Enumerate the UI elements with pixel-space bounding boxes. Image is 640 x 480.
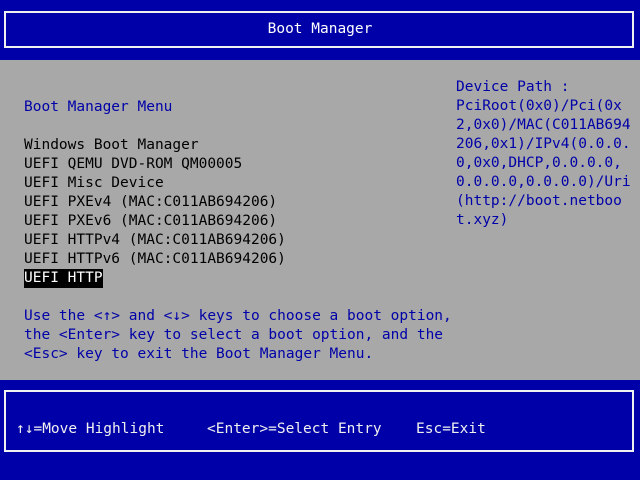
help-text-line-3: <Esc> key to exit the Boot Manager Menu. <box>24 346 374 362</box>
boot-option-httpv4[interactable]: UEFI HTTPv4 (MAC:C011AB694206) <box>24 231 286 250</box>
boot-option-misc-device[interactable]: UEFI Misc Device <box>24 174 164 193</box>
boot-option-pxev6[interactable]: UEFI PXEv6 (MAC:C011AB694206) <box>24 212 277 231</box>
footer-exit-hint: Esc=Exit <box>416 421 486 437</box>
boot-option-qemu-dvd-rom[interactable]: UEFI QEMU DVD-ROM QM00005 <box>24 155 242 174</box>
help-text-line-2: the <Enter> key to select a boot option,… <box>24 327 444 343</box>
bios-screen: Boot Manager Boot Manager Menu Windows B… <box>0 0 640 480</box>
boot-option-httpv6[interactable]: UEFI HTTPv6 (MAC:C011AB694206) <box>24 250 286 269</box>
footer-move-highlight-hint: ↑↓=Move Highlight <box>16 421 165 437</box>
page-title: Boot Manager <box>267 21 373 37</box>
menu-title: Boot Manager Menu <box>24 99 173 115</box>
footer-select-entry-hint: <Enter>=Select Entry <box>207 421 382 437</box>
boot-option-uefi-http-selected[interactable]: UEFI HTTP <box>24 269 103 288</box>
device-path-label: Device Path : <box>456 79 570 95</box>
boot-option-windows-boot-manager[interactable]: Windows Boot Manager <box>24 136 199 155</box>
device-path-panel: Device Path : PciRoot(0x0)/Pci(0x2,0x0)/… <box>456 78 636 230</box>
boot-option-pxev4[interactable]: UEFI PXEv4 (MAC:C011AB694206) <box>24 193 277 212</box>
help-text-line-1: Use the <↑> and <↓> keys to choose a boo… <box>24 308 452 324</box>
main-panel: Boot Manager Menu Windows Boot Manager U… <box>0 60 640 380</box>
device-path-value: PciRoot(0x0)/Pci(0x2,0x0)/MAC(C011AB6942… <box>456 98 631 228</box>
